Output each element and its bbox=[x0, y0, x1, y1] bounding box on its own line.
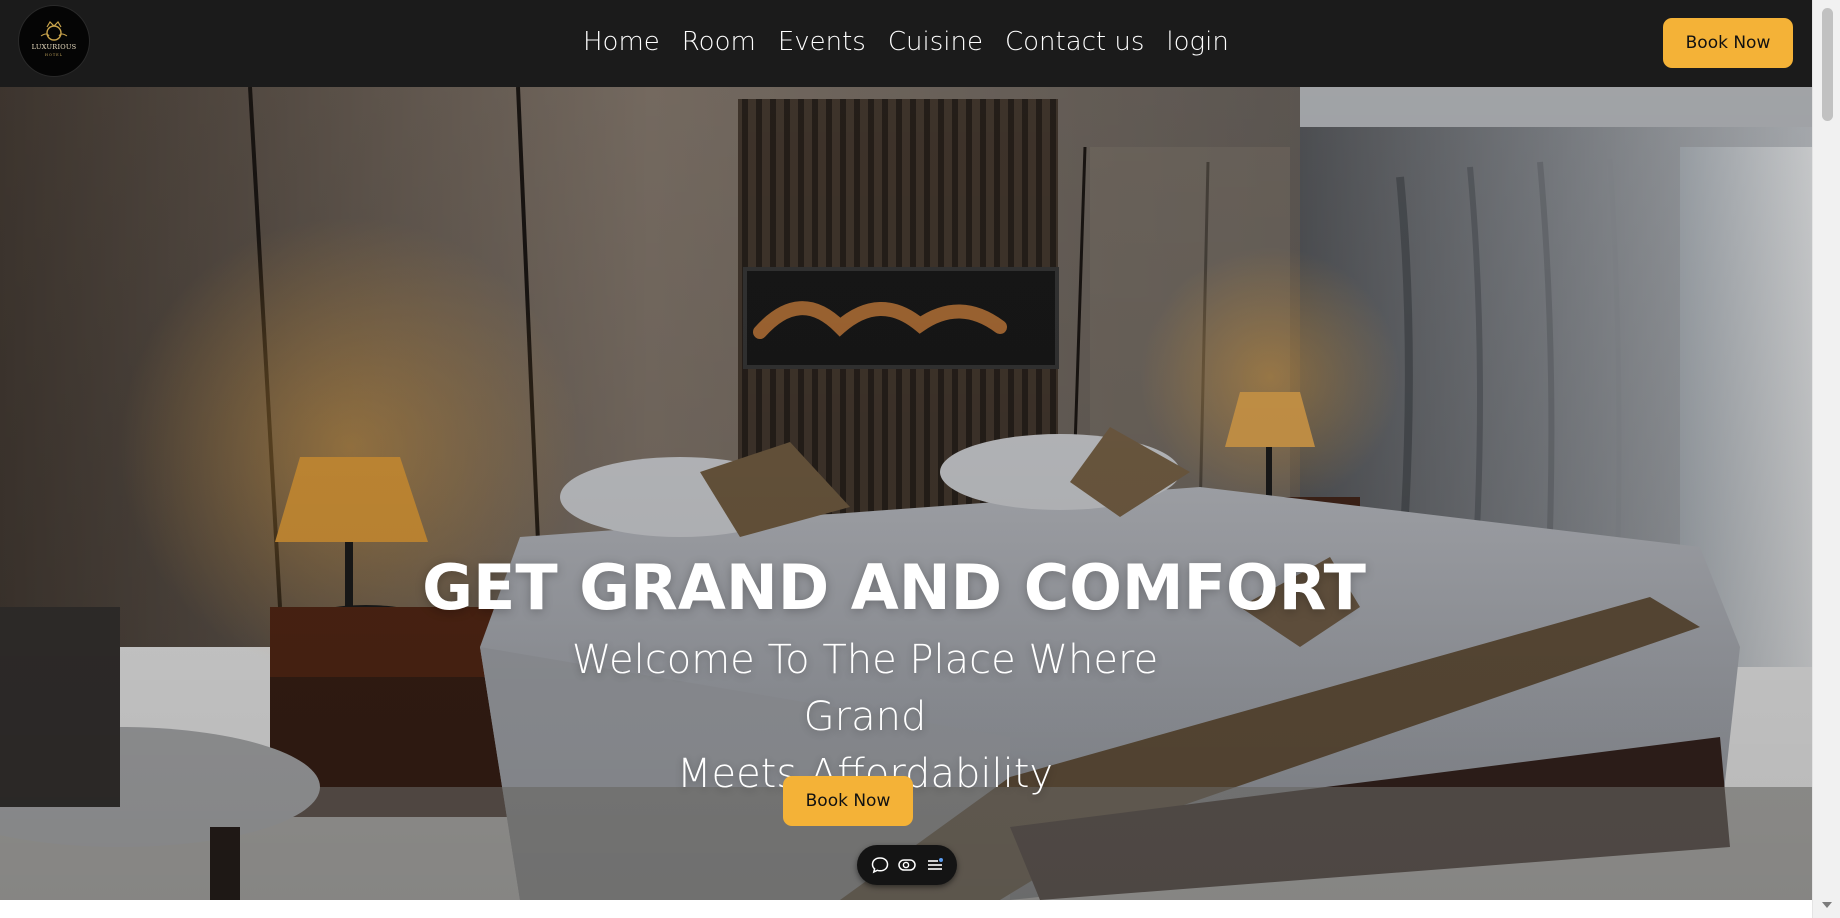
hotel-logo[interactable]: LUXURIOUS HOTEL bbox=[19, 6, 89, 76]
nav-link-contact[interactable]: Contact us bbox=[1005, 22, 1144, 62]
hero-title: GET GRAND AND COMFORT bbox=[422, 550, 1366, 624]
nav-book-now-button[interactable]: Book Now bbox=[1663, 18, 1793, 68]
page: LUXURIOUS HOTEL Home Room Events Cuisine… bbox=[0, 0, 1840, 918]
toggle-icon[interactable] bbox=[897, 855, 917, 875]
hero-section: GET GRAND AND COMFORT Welcome To The Pla… bbox=[0, 87, 1812, 900]
floating-toolbar bbox=[857, 845, 957, 885]
nav-link-events[interactable]: Events bbox=[778, 22, 866, 62]
chat-icon[interactable] bbox=[870, 855, 890, 875]
nav-link-cuisine[interactable]: Cuisine bbox=[888, 22, 983, 62]
crown-ring-icon bbox=[40, 21, 68, 41]
nav-link-home[interactable]: Home bbox=[583, 22, 660, 62]
hero-book-now-button[interactable]: Book Now bbox=[783, 776, 913, 826]
scrollbar-thumb[interactable] bbox=[1822, 8, 1833, 121]
nav-link-login[interactable]: login bbox=[1166, 22, 1228, 62]
scroll-down-arrow-icon[interactable] bbox=[1822, 902, 1832, 908]
main-nav: Home Room Events Cuisine Contact us logi… bbox=[583, 22, 1251, 62]
hero-subtitle-line-1: Welcome To The Place Where Grand bbox=[571, 637, 1159, 740]
nav-link-room[interactable]: Room bbox=[682, 22, 756, 62]
navbar: LUXURIOUS HOTEL Home Room Events Cuisine… bbox=[0, 0, 1812, 87]
logo-text: LUXURIOUS bbox=[31, 43, 77, 51]
list-icon[interactable] bbox=[925, 855, 945, 875]
logo-subtext: HOTEL bbox=[44, 53, 64, 57]
page-bottom-band bbox=[0, 900, 1812, 918]
page-scrollbar[interactable] bbox=[1812, 0, 1840, 918]
